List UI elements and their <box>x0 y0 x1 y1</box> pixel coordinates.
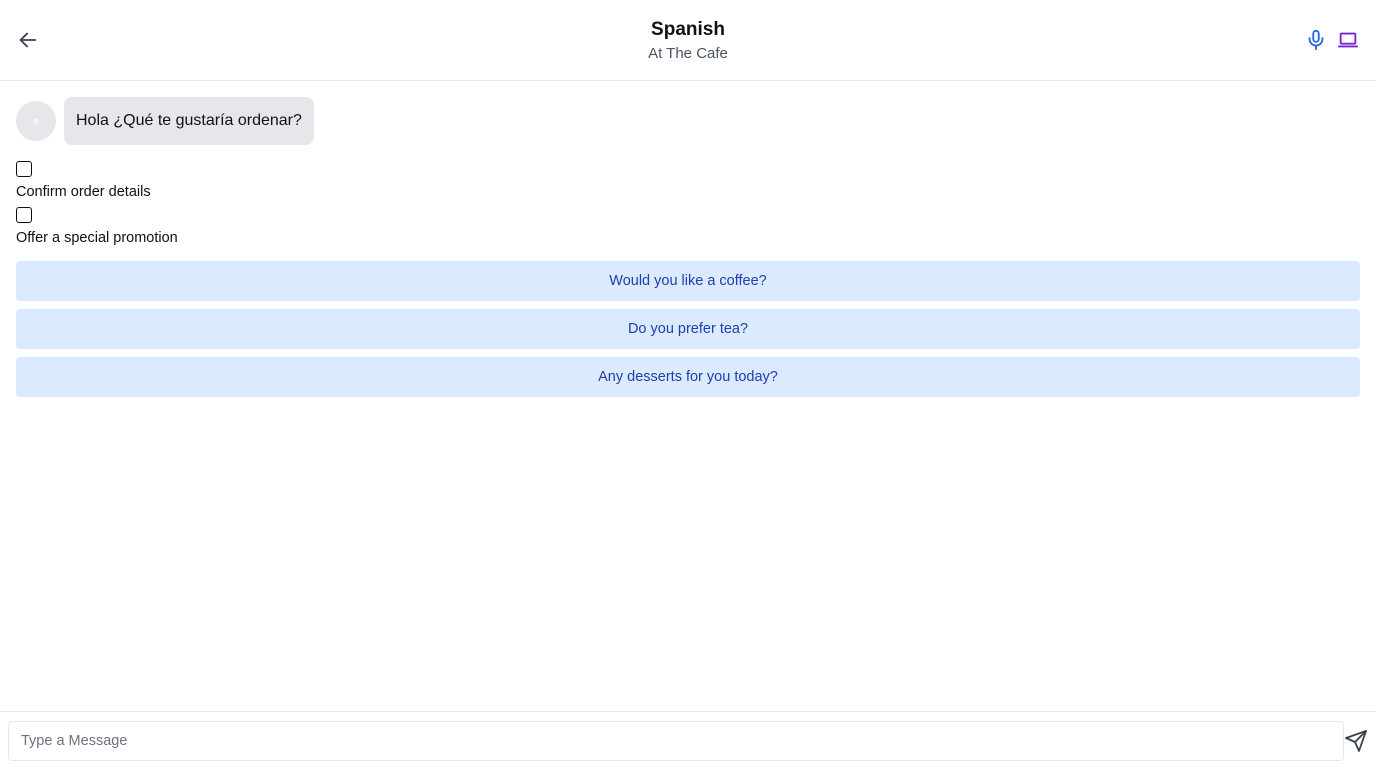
goal-item: Confirm order details <box>16 161 151 201</box>
header: Spanish At The Cafe <box>0 0 1376 81</box>
message-bubble: Hola ¿Qué te gustaría ordenar? <box>64 97 314 145</box>
goal-checkbox[interactable] <box>16 161 32 177</box>
suggestion-button[interactable]: Any desserts for you today? <box>16 357 1360 397</box>
microphone-button[interactable] <box>1303 27 1329 53</box>
page-subtitle: At The Cafe <box>648 45 728 62</box>
assistant-message: Hola ¿Qué te gustaría ordenar? <box>16 97 314 145</box>
app: Spanish At The Cafe Hola ¿Qué te gustarí… <box>0 0 1376 768</box>
title-block: Spanish At The Cafe <box>0 18 1376 65</box>
send-button[interactable] <box>1343 728 1369 754</box>
laptop-button[interactable] <box>1335 27 1361 53</box>
avatar <box>16 101 56 141</box>
send-icon <box>1345 730 1367 752</box>
microphone-icon <box>1308 29 1324 51</box>
goal-checkbox[interactable] <box>16 207 32 223</box>
goal-label: Offer a special promotion <box>16 230 178 246</box>
avatar-placeholder-icon <box>33 118 39 124</box>
message-input[interactable] <box>8 721 1344 761</box>
suggestion-button[interactable]: Do you prefer tea? <box>16 309 1360 349</box>
goal-item: Offer a special promotion <box>16 207 178 247</box>
suggestion-button[interactable]: Would you like a coffee? <box>16 261 1360 301</box>
page-title: Spanish <box>651 19 725 40</box>
goal-label: Confirm order details <box>16 184 151 200</box>
composer <box>0 711 1376 768</box>
laptop-icon <box>1337 32 1359 48</box>
